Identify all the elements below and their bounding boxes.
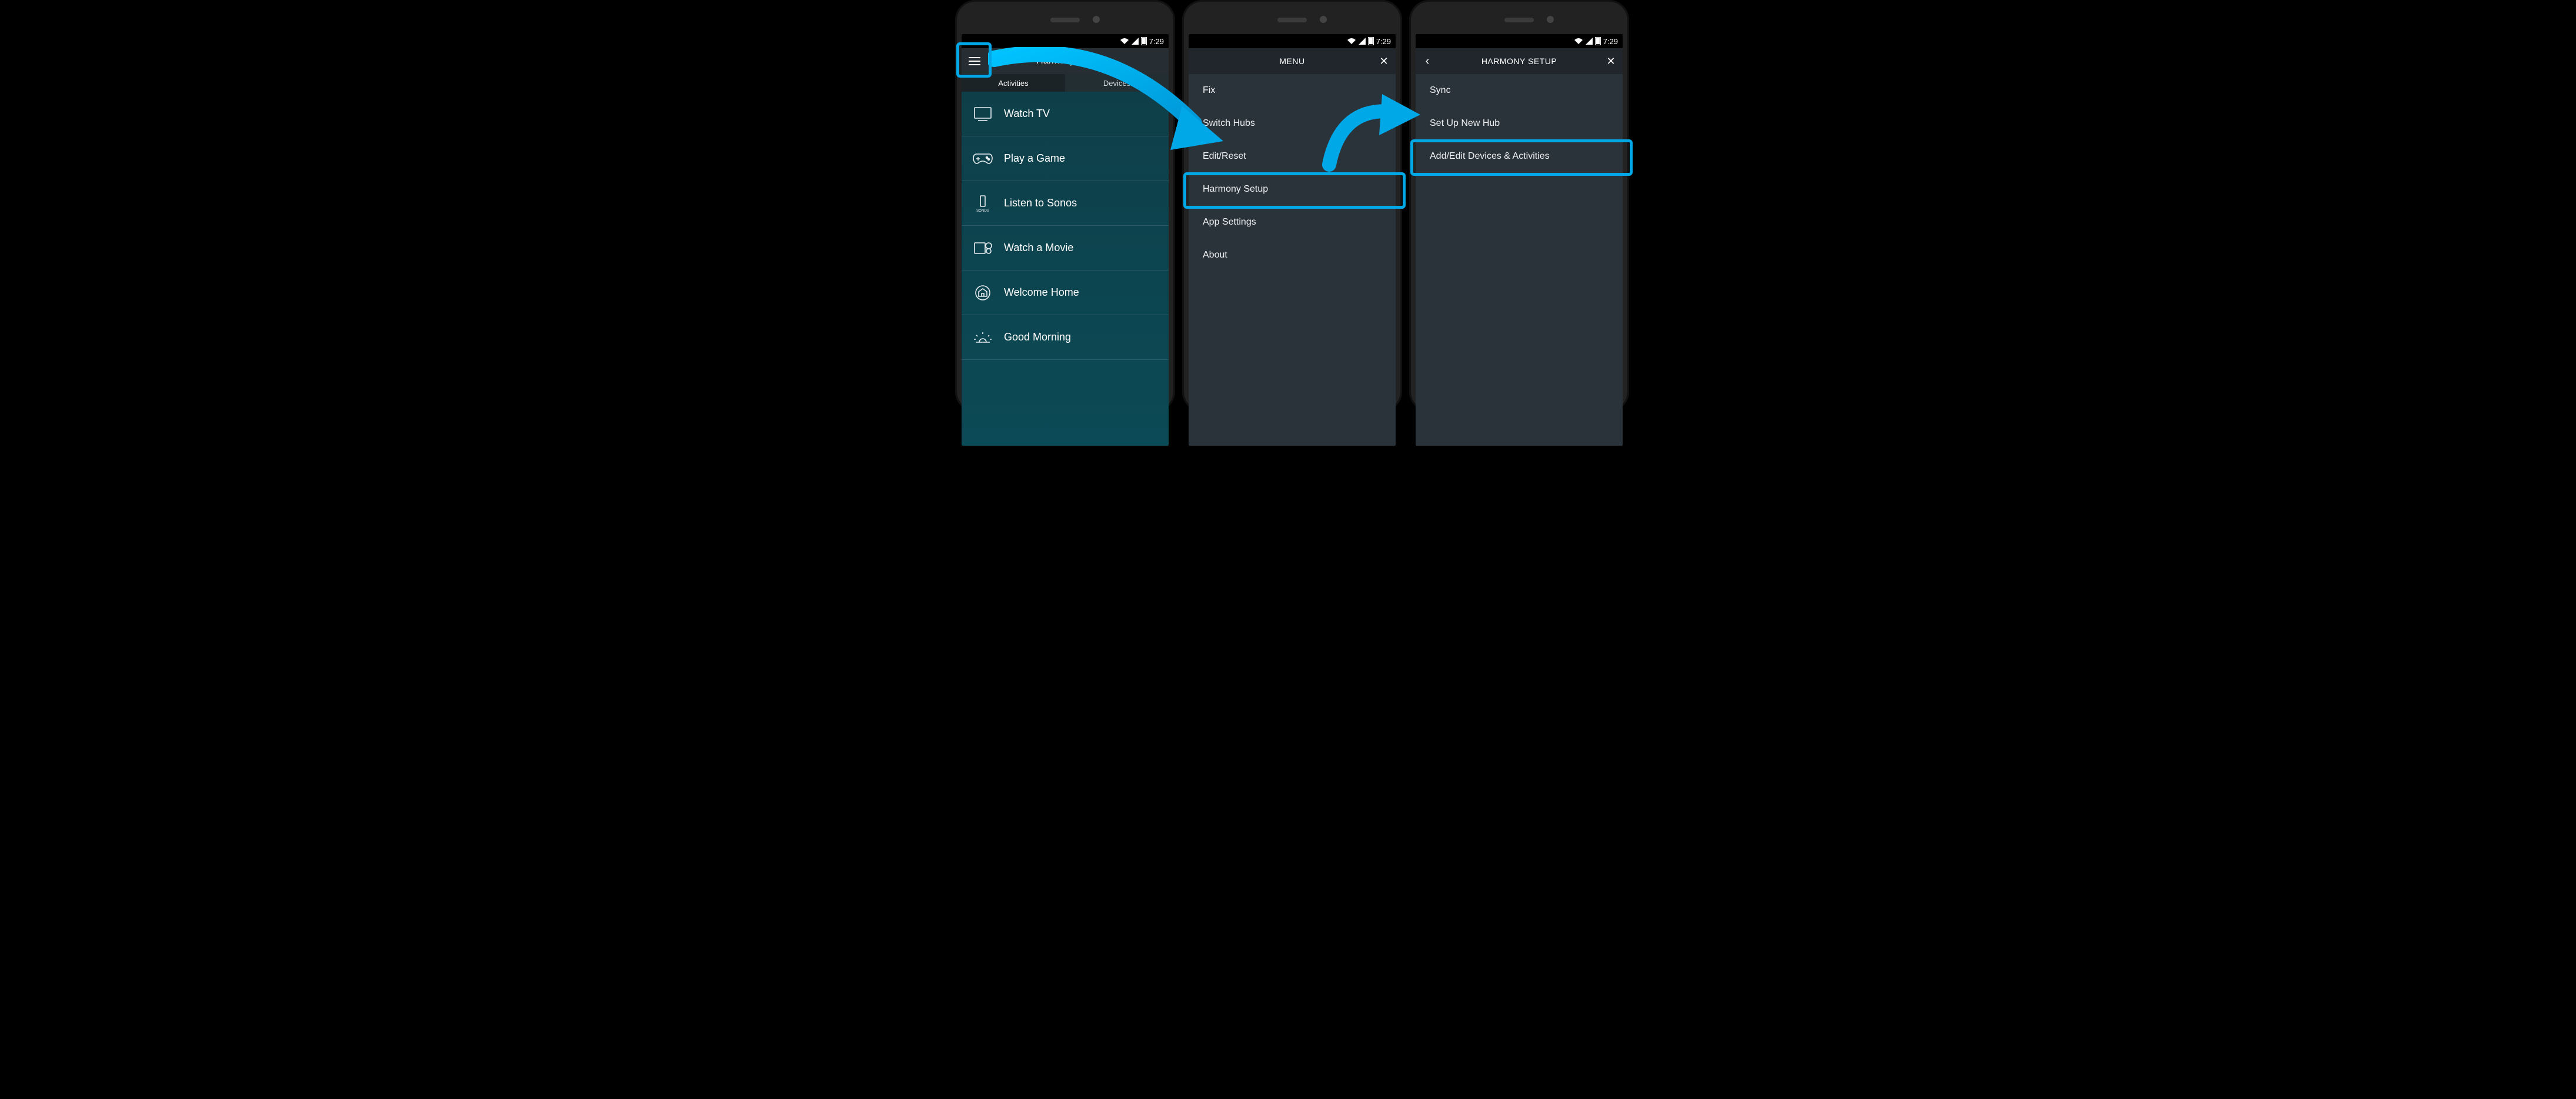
setup-header: ‹ HARMONY SETUP ✕ xyxy=(1416,48,1623,74)
clock: 7:29 xyxy=(1376,37,1391,46)
svg-text:SONOS: SONOS xyxy=(976,209,989,212)
activity-row[interactable]: Welcome Home xyxy=(962,270,1169,315)
phone-3: 7:29 ‹ HARMONY SETUP ✕ Sync Set Up New H… xyxy=(1409,0,1629,412)
battery-icon xyxy=(1141,37,1147,45)
setup-item-add-edit[interactable]: Add/Edit Devices & Activities xyxy=(1416,140,1623,173)
activity-row[interactable]: Good Morning xyxy=(962,315,1169,360)
wifi-icon xyxy=(1120,38,1129,45)
activity-label: Welcome Home xyxy=(1004,286,1079,299)
sonos-icon: SONOS xyxy=(975,195,991,212)
screen-3: 7:29 ‹ HARMONY SETUP ✕ Sync Set Up New H… xyxy=(1416,34,1623,446)
phone-speaker xyxy=(1277,18,1307,22)
status-bar: 7:29 xyxy=(1189,34,1396,48)
menu-item-about[interactable]: About xyxy=(1189,239,1396,272)
arrow-1 xyxy=(988,47,1223,165)
activity-label: Watch a Movie xyxy=(1004,242,1073,254)
activity-row[interactable]: Watch a Movie xyxy=(962,226,1169,270)
phone-camera xyxy=(1320,16,1327,23)
sunrise-icon xyxy=(973,330,992,345)
setup-item-new-hub[interactable]: Set Up New Hub xyxy=(1416,107,1623,140)
setup-list: Sync Set Up New Hub Add/Edit Devices & A… xyxy=(1416,74,1623,446)
status-bar: 7:29 xyxy=(1416,34,1623,48)
setup-title: HARMONY SETUP xyxy=(1416,56,1623,66)
wifi-icon xyxy=(1347,38,1356,45)
clock: 7:29 xyxy=(1603,37,1618,46)
tutorial-three-phones: 7:29 Harmony Hub Activities Devices Watc… xyxy=(829,0,1747,412)
close-icon[interactable]: ✕ xyxy=(1599,55,1623,68)
phone-speaker xyxy=(1050,18,1080,22)
menu-item-app-settings[interactable]: App Settings xyxy=(1189,206,1396,239)
arrow-2 xyxy=(1317,88,1423,182)
phone-speaker xyxy=(1504,18,1534,22)
setup-item-sync[interactable]: Sync xyxy=(1416,74,1623,107)
activity-label: Listen to Sonos xyxy=(1004,197,1077,209)
wifi-icon xyxy=(1574,38,1583,45)
status-bar: 7:29 xyxy=(962,34,1169,48)
clock: 7:29 xyxy=(1149,37,1164,46)
activity-label: Good Morning xyxy=(1004,331,1071,343)
phone-camera xyxy=(1093,16,1100,23)
activity-row[interactable]: SONOS Listen to Sonos xyxy=(962,181,1169,226)
home-icon xyxy=(974,285,992,301)
signal-icon xyxy=(1586,38,1593,45)
phone-camera xyxy=(1547,16,1554,23)
battery-icon xyxy=(1595,37,1601,45)
battery-icon xyxy=(1368,37,1374,45)
movie-icon xyxy=(973,240,992,256)
signal-icon xyxy=(1359,38,1366,45)
signal-icon xyxy=(1132,38,1139,45)
close-icon[interactable]: ✕ xyxy=(1372,55,1396,68)
